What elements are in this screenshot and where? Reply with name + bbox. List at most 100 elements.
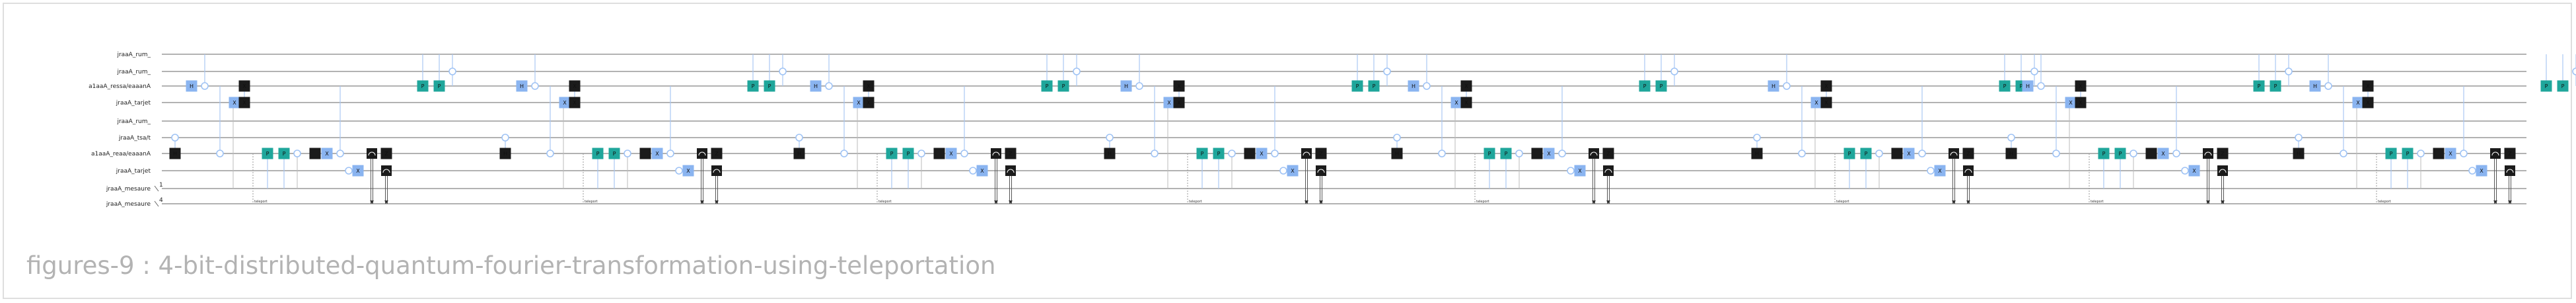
cx-target-label: X	[2366, 100, 2370, 106]
x-gate-label: X	[563, 100, 567, 106]
cx-target-label: H	[1755, 151, 1759, 157]
classical-slash	[154, 200, 159, 207]
control-dot	[2285, 67, 2293, 75]
classical-arrow	[2493, 200, 2497, 204]
control-dot	[1753, 134, 1761, 142]
control-dot	[171, 134, 179, 142]
phase-gate-label: P	[613, 151, 616, 157]
hadamard-gate-label: H	[190, 83, 194, 89]
z-gate-label: Z	[2508, 151, 2512, 157]
circuit-gates: HHXXXteleportP P XXZP PHHXXXteleportP P XXZP P…	[169, 67, 2576, 204]
x-gate-label: X	[1814, 100, 1818, 106]
wire-label: jraaA_rum_	[116, 52, 151, 58]
control-dot	[1135, 82, 1143, 90]
control-dot	[795, 134, 803, 142]
wire-label: jraaA_rum_	[116, 118, 151, 125]
barrier-label: teleport	[1476, 200, 1489, 204]
x-gate-label: X	[655, 151, 659, 157]
control-dot	[779, 67, 787, 75]
classical-arrow	[1606, 200, 1610, 204]
control-dot	[546, 150, 554, 157]
cx-target	[639, 148, 651, 159]
cx-target-label: X	[2366, 83, 2370, 89]
measure-gate	[1603, 165, 1614, 176]
control-dot	[1423, 82, 1431, 90]
barrier-label: teleport	[1836, 200, 1849, 204]
barrier-label: teleport	[2091, 200, 2104, 204]
measure-gate	[2505, 165, 2515, 176]
cx-target-label: X	[2079, 83, 2083, 89]
z-gate-label: Z	[2221, 151, 2225, 157]
phase-gate-label: P	[1488, 151, 1491, 157]
cx-target	[933, 148, 945, 159]
control-dot	[666, 150, 674, 157]
cx-target	[309, 148, 321, 159]
measure-gate	[991, 148, 1001, 159]
control-dot	[2468, 167, 2476, 175]
cx-target-label: X	[573, 100, 577, 106]
control-dot	[1918, 150, 1926, 157]
classical-slash	[154, 185, 159, 192]
control-dot	[1438, 150, 1446, 157]
z-gate-label: Z	[715, 151, 719, 157]
phase-gate-label: P	[2274, 83, 2277, 89]
figure-caption: figures-9 : 4-bit-distributed-quantum-fo…	[26, 251, 996, 280]
cx-target-label: X	[2079, 100, 2083, 106]
measure-gate	[711, 165, 722, 176]
cx-target	[1891, 148, 1903, 159]
barrier-label: teleport	[878, 200, 892, 204]
phase-gate-label: P	[1643, 83, 1647, 89]
x-gate-label: X	[949, 151, 953, 157]
control-dot	[216, 150, 224, 157]
cx-target-label: X	[242, 100, 246, 106]
control-dot	[501, 134, 509, 142]
classical-arrow	[715, 200, 719, 204]
classical-arrow	[1952, 200, 1956, 204]
barrier-label: teleport	[2378, 200, 2391, 204]
classical-arrow	[2508, 200, 2512, 204]
barrier-label: teleport	[254, 200, 268, 204]
classical-index: 1	[159, 182, 163, 189]
control-dot	[2181, 167, 2189, 175]
barrier-label: teleport	[1189, 200, 1202, 204]
hadamard-gate-label: H	[2026, 83, 2030, 89]
hadamard-gate-label: H	[520, 83, 524, 89]
x-gate-label: X	[2356, 100, 2360, 106]
phase-gate-label: P	[421, 83, 425, 89]
phase-gate-label: P	[1356, 83, 1359, 89]
control-dot	[1927, 167, 1935, 175]
x-gate-label: X	[2161, 151, 2165, 157]
control-dot	[1271, 150, 1279, 157]
cx-target-label: H	[503, 151, 507, 157]
hadamard-gate-label: H	[1412, 83, 1415, 89]
quantum-circuit-diagram: jraaA_rum_jraaA_rum_a1aaA_ressa/eaaanAjr…	[89, 52, 2576, 208]
control-dot	[448, 67, 456, 75]
measure-gate	[381, 165, 392, 176]
control-dot	[2295, 134, 2303, 142]
control-dot	[2417, 150, 2425, 157]
cx-target-label: X	[1177, 100, 1181, 106]
phase-gate-label: P	[2406, 151, 2410, 157]
control-dot	[969, 167, 977, 175]
control-dot	[960, 150, 968, 157]
cx-target-label: X	[1824, 83, 1828, 89]
z-gate-label: Z	[1966, 151, 1970, 157]
phase-gate-label: P	[2390, 151, 2393, 157]
classical-arrow	[1319, 200, 1323, 204]
measure-gate	[1005, 165, 1016, 176]
control-dot	[336, 150, 344, 157]
classical-arrow	[1305, 200, 1308, 204]
z-gate-label: Z	[384, 151, 388, 157]
phase-gate-label: P	[907, 151, 910, 157]
phase-gate-label: P	[2561, 83, 2565, 89]
cx-target	[1244, 148, 1256, 159]
control-dot	[624, 150, 631, 157]
cx-target	[2433, 148, 2445, 159]
control-dot	[1875, 150, 1883, 157]
cx-target-label: H	[797, 151, 801, 157]
phase-gate-label: P	[752, 83, 755, 89]
control-dot	[2007, 134, 2015, 142]
control-dot	[293, 150, 301, 157]
cx-target-label: X	[1824, 100, 1828, 106]
control-dot	[2129, 150, 2137, 157]
